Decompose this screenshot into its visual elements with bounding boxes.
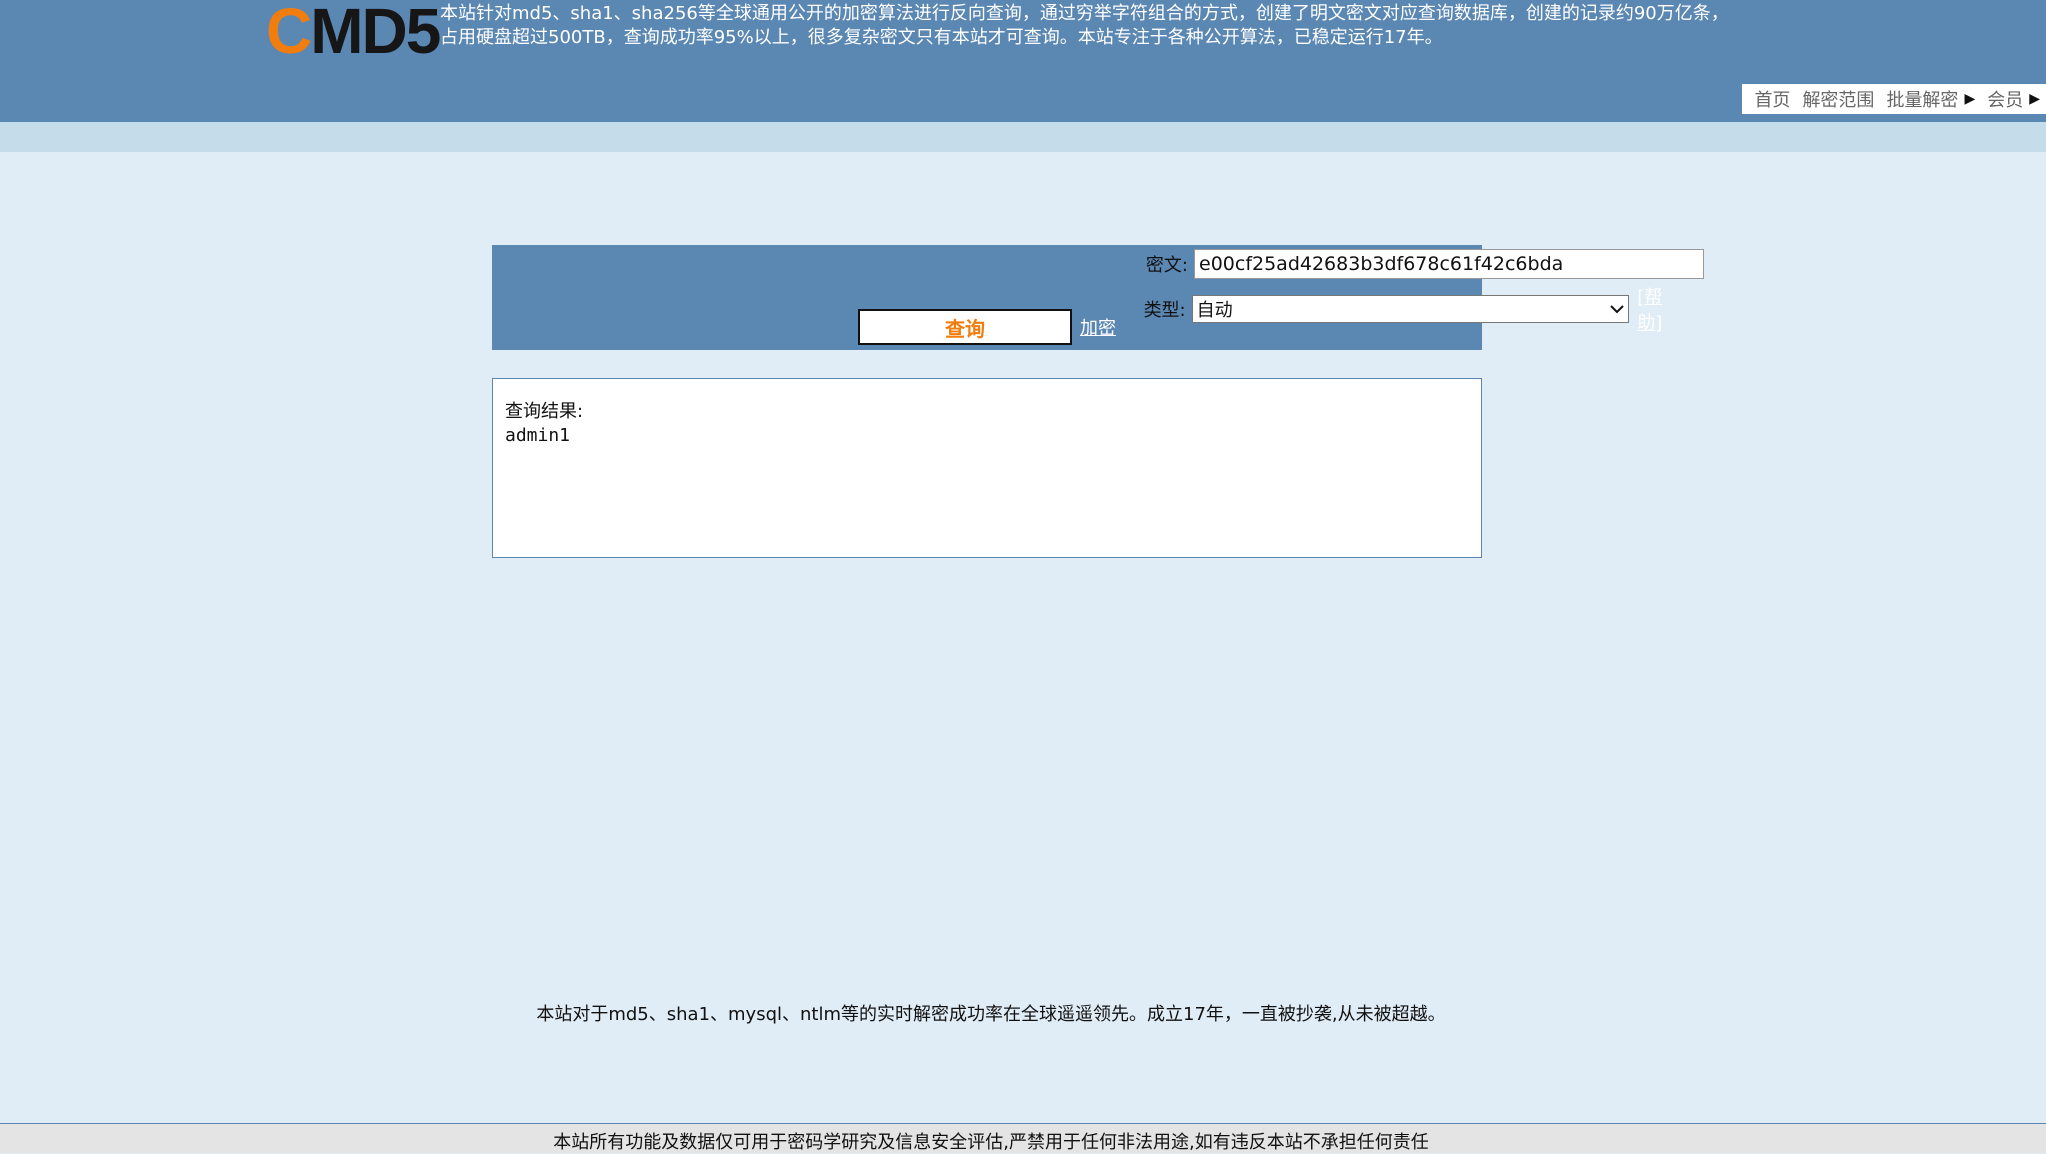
- logo-letters-md5: MD5: [310, 0, 441, 67]
- nav-item-member[interactable]: 会员 ▶: [1981, 86, 2046, 112]
- nav-item-label: 批量解密: [1886, 90, 1959, 111]
- logo-letter-c: C: [266, 0, 312, 67]
- nav-item-home[interactable]: 首页: [1748, 86, 1796, 112]
- nav-item-label: 解密范围: [1802, 90, 1875, 111]
- top-nav: 首页 解密范围 批量解密 ▶ 会员 ▶: [1742, 84, 2046, 114]
- nav-item-label: 首页: [1754, 90, 1791, 111]
- nav-item-label: 会员: [1987, 90, 2024, 111]
- type-select[interactable]: 自动: [1191, 295, 1630, 323]
- type-select-value: 自动: [1196, 300, 1233, 321]
- query-panel: 密文: 类型: 自动 [帮助] 查询 加密: [492, 245, 1704, 350]
- disclaimer-text: 本站所有功能及数据仅可用于密码学研究及信息安全评估,严禁用于任何非法用途,如有违…: [553, 1132, 1429, 1153]
- query-button[interactable]: 查询: [858, 309, 1072, 345]
- cmd5-logo[interactable]: CMD5: [266, 0, 441, 63]
- nav-item-batch-decrypt[interactable]: 批量解密 ▶: [1880, 86, 1981, 112]
- header-subbar: [0, 122, 2046, 152]
- encrypt-link[interactable]: 加密: [1080, 314, 1116, 340]
- hash-input[interactable]: [1194, 249, 1704, 279]
- triangle-right-icon: ▶: [1964, 91, 1976, 107]
- intro-line-2: 占用硬盘超过500TB，查询成功率95%以上，很多复杂密文只有本站才可查询。本站…: [440, 27, 1443, 48]
- nav-item-decrypt-range[interactable]: 解密范围: [1796, 86, 1880, 112]
- chevron-down-icon: [1610, 305, 1624, 314]
- result-value: admin1: [505, 425, 571, 446]
- hash-label: 密文:: [1145, 255, 1188, 276]
- result-box: 查询结果: admin1: [492, 378, 1482, 558]
- bottom-bar: 本站所有功能及数据仅可用于密码学研究及信息安全评估,严禁用于任何非法用途,如有违…: [0, 1123, 2046, 1153]
- type-label: 类型:: [1143, 300, 1186, 321]
- triangle-right-icon: ▶: [2029, 91, 2040, 107]
- site-intro: 本站针对md5、sha1、sha256等全球通用公开的加密算法进行反向查询，通过…: [440, 2, 1740, 50]
- site-header: CMD5 本站针对md5、sha1、sha256等全球通用公开的加密算法进行反向…: [0, 0, 2046, 122]
- intro-line-1: 本站针对md5、sha1、sha256等全球通用公开的加密算法进行反向查询，通过…: [440, 3, 1729, 24]
- footer-note: 本站对于md5、sha1、mysql、ntlm等的实时解密成功率在全球遥遥领先。…: [536, 1004, 1446, 1025]
- result-label: 查询结果:: [505, 401, 584, 422]
- help-link[interactable]: [帮助]: [1637, 283, 1685, 335]
